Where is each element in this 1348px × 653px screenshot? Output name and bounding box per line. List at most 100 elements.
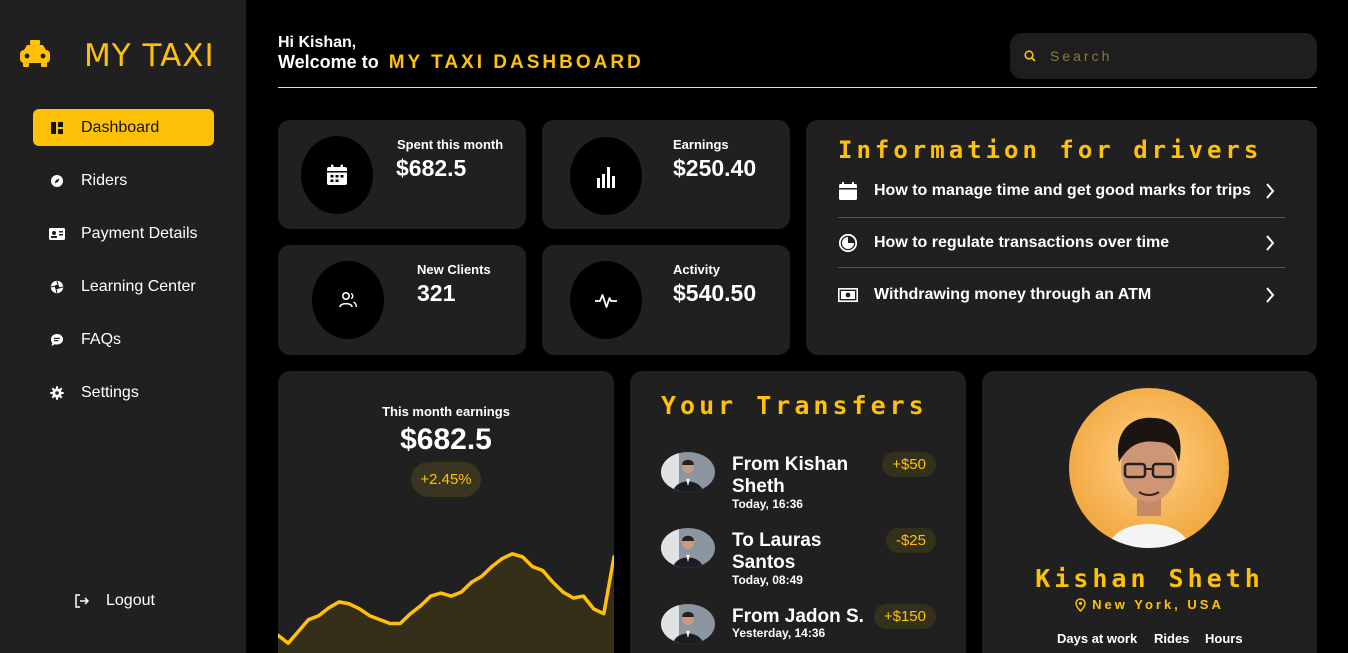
stat-icon-circle [570, 137, 642, 215]
location-pin-icon [1075, 597, 1086, 612]
transfer-item[interactable]: From Kishan Sheth Today, 16:36 +$50 [661, 452, 936, 516]
sidebar-item-label: Learning Center [81, 277, 196, 295]
stat-card-activity: Activity $540.50 [542, 245, 790, 355]
dashboard-icon [49, 120, 65, 136]
info-item-transactions[interactable]: How to regulate transactions over time [838, 218, 1285, 268]
profile-location: New York, USA [982, 597, 1317, 612]
avatar [661, 528, 715, 568]
stat-title: Spent this month [397, 137, 504, 152]
stat-value: $540.50 [673, 280, 757, 306]
sidebar-item-label: FAQs [81, 330, 122, 348]
pulse-icon [595, 294, 617, 308]
gear-icon [49, 385, 65, 401]
stat-icon-circle [312, 261, 384, 339]
earnings-change-badge: +2.45% [411, 462, 481, 497]
divider [838, 267, 1285, 268]
stat-card-new-clients: New Clients 321 [278, 245, 526, 355]
driver-info-card: Information for drivers How to manage ti… [806, 120, 1317, 355]
chat-icon [49, 332, 65, 348]
logout-icon [75, 594, 90, 608]
transfer-name: To Lauras Santos [732, 530, 822, 573]
money-icon [838, 288, 858, 302]
calendar-icon [839, 182, 857, 200]
sidebar-item-faqs[interactable]: FAQs [33, 321, 214, 358]
earnings-chart-card: This month earnings $682.5 +2.45% [278, 371, 614, 653]
sidebar-item-payment-details[interactable]: Payment Details [33, 215, 214, 252]
sidebar-item-label: Payment Details [81, 224, 198, 242]
sidebar-nav: Dashboard Riders Payment Details Learnin… [33, 109, 214, 427]
compass-icon [49, 173, 65, 189]
stat-card-spent: Spent this month $682.5 [278, 120, 526, 229]
stat-value: $682.5 [396, 155, 467, 181]
transfer-amount: +$50 [882, 452, 936, 477]
sidebar-item-label: Settings [81, 383, 139, 401]
page-header: Hi Kishan, Welcome to MY TAXI DASHBOARD [278, 30, 1317, 88]
sidebar-item-riders[interactable]: Riders [33, 162, 214, 199]
earnings-value: $682.5 [400, 423, 492, 456]
sidebar-item-label: Riders [81, 171, 128, 189]
info-item-text: How to manage time and get good marks fo… [874, 182, 1251, 199]
transfer-item[interactable]: From Jadon S. Yesterday, 14:36 +$150 [661, 604, 936, 653]
stat-icon-circle [570, 261, 642, 339]
transfer-amount: -$25 [885, 528, 936, 553]
aperture-icon [49, 279, 65, 295]
sidebar-item-dashboard[interactable]: Dashboard [33, 109, 214, 146]
transfer-name: From Kishan Sheth [732, 454, 849, 497]
sidebar-item-learning-center[interactable]: Learning Center [33, 268, 214, 305]
transfer-name: From Jadon S. [732, 606, 864, 627]
id-card-icon [49, 226, 65, 242]
info-item-manage-time[interactable]: How to manage time and get good marks fo… [838, 166, 1285, 216]
earnings-title: This month earnings [382, 404, 510, 419]
stat-value: 321 [417, 280, 456, 306]
brand-logo[interactable]: MY TAXI [18, 38, 214, 74]
bar-chart-icon [597, 167, 615, 188]
stat-icon-circle [301, 136, 373, 214]
chevron-right-icon [1266, 235, 1275, 251]
greeting-text: Hi Kishan, [278, 34, 357, 51]
sidebar-item-settings[interactable]: Settings [33, 374, 214, 411]
transfer-item[interactable]: To Lauras Santos Today, 08:49 -$25 [661, 528, 936, 592]
brand-name: MY TAXI [84, 38, 215, 74]
info-item-withdraw-atm[interactable]: Withdrawing money through an ATM [838, 270, 1285, 320]
chevron-right-icon [1266, 287, 1275, 303]
profile-avatar [1069, 388, 1229, 548]
info-item-text: How to regulate transactions over time [874, 234, 1170, 251]
transfer-time: Today, 16:36 [732, 497, 803, 511]
stat-value: $250.40 [673, 155, 757, 181]
users-icon [339, 291, 357, 308]
transfers-title: Your Transfers [661, 391, 928, 420]
calendar-icon [327, 164, 347, 185]
earnings-area-chart [278, 552, 614, 653]
stat-title: New Clients [417, 262, 491, 277]
taxi-icon [20, 40, 50, 67]
profile-stat-label: Days at work [1057, 631, 1138, 646]
logout-label: Logout [106, 592, 155, 609]
profile-stat-label: Hours [1205, 631, 1243, 646]
transfer-time: Yesterday, 14:36 [732, 626, 826, 640]
profile-location-text: New York, USA [1092, 597, 1224, 612]
transfer-amount: +$150 [873, 604, 936, 629]
stat-card-earnings: Earnings $250.40 [542, 120, 790, 229]
stat-title: Activity [673, 262, 720, 277]
stat-title: Earnings [673, 137, 729, 152]
info-title: Information for drivers [838, 136, 1263, 164]
search-input[interactable] [1050, 48, 1280, 64]
profile-name: Kishan Sheth [1035, 564, 1264, 593]
search-box[interactable] [1010, 33, 1317, 79]
profile-card: Kishan Sheth New York, USA Days at work … [982, 371, 1317, 653]
avatar [661, 452, 715, 492]
logout-button[interactable]: Logout [74, 592, 155, 610]
transfer-time: Today, 08:49 [732, 573, 803, 587]
profile-stat-label: Rides [1154, 631, 1190, 646]
chevron-right-icon [1266, 183, 1275, 199]
sidebar-item-label: Dashboard [81, 118, 160, 136]
sidebar: MY TAXI Dashboard Riders Payment Details… [0, 0, 246, 653]
info-item-text: Withdrawing money through an ATM [874, 286, 1152, 303]
dashboard-title: MY TAXI DASHBOARD [388, 52, 644, 73]
search-icon [1024, 50, 1036, 62]
welcome-line: Welcome to MY TAXI DASHBOARD [278, 52, 644, 74]
transfers-card: Your Transfers From Kishan Sheth Today, … [630, 371, 966, 653]
avatar [661, 604, 715, 644]
welcome-text: Welcome to [278, 52, 379, 72]
chart-area-fill [278, 553, 614, 653]
